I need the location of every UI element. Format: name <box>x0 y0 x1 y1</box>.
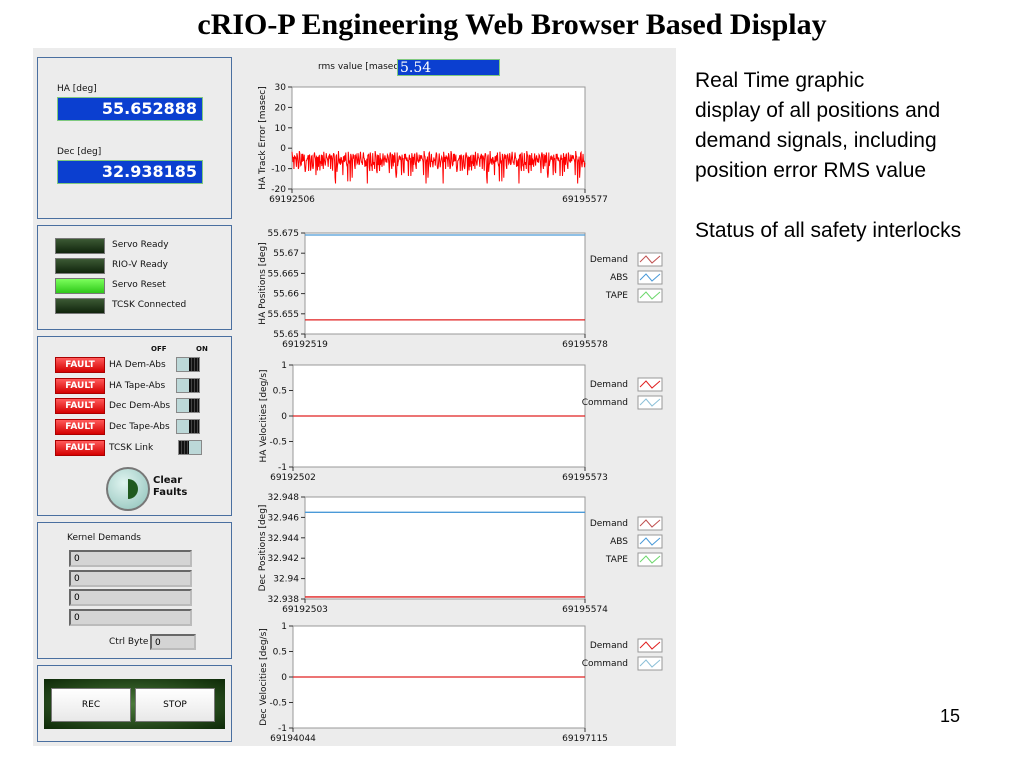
y-axis-label: HA Positions [deg] <box>258 242 268 324</box>
chart-3: 32.948 32.946 32.944 32.942 32.94 32.93869192… <box>258 493 663 615</box>
y-tick-label: 55.675 <box>268 229 300 239</box>
legend-label: Demand <box>590 380 628 390</box>
y-tick-label: 10 <box>275 124 287 134</box>
y-tick-label: 32.938 <box>268 595 300 605</box>
legend-swatch <box>637 252 663 267</box>
notes: Real Time graphic display of all position… <box>695 66 961 246</box>
legend-swatch <box>637 377 663 392</box>
x-tick-label: 69192503 <box>282 605 328 615</box>
y-axis-label: Dec Positions [deg] <box>258 505 268 592</box>
y-tick-label: -1 <box>278 463 287 473</box>
plot-area <box>304 232 586 335</box>
note-line <box>695 186 961 216</box>
chart-4: 1 0.5 0 -0.5 -169194044 69197115 Dec Velocitie… <box>259 622 663 744</box>
legend-label: ABS <box>610 537 628 547</box>
legend-swatch <box>637 395 663 410</box>
legend-swatch <box>637 270 663 285</box>
y-tick-label: 55.665 <box>268 269 300 279</box>
legend-swatch <box>637 516 663 531</box>
legend-label: Command <box>582 659 628 669</box>
y-tick-label: 32.946 <box>268 513 300 523</box>
chart-2: 1 0.5 0 -0.5 -169192502 69195573 HA Velocities… <box>259 361 663 483</box>
y-tick-label: 55.66 <box>273 290 299 300</box>
y-tick-label: 0 <box>281 412 287 422</box>
y-tick-label: 20 <box>275 103 287 113</box>
y-tick-label: 32.94 <box>273 575 299 585</box>
y-tick-label: 0.5 <box>273 387 287 397</box>
y-axis-label: HA Velocities [deg/s] <box>259 369 269 462</box>
y-axis-label: HA Track Error [masec] <box>258 86 268 189</box>
y-tick-label: 55.67 <box>273 249 299 259</box>
legend-label: Command <box>582 398 628 408</box>
y-tick-label: 30 <box>275 83 287 93</box>
y-tick-label: 55.655 <box>268 310 300 320</box>
x-tick-label: 69195578 <box>562 340 608 350</box>
x-tick-label: 69197115 <box>562 734 608 744</box>
y-tick-label: -0.5 <box>269 438 287 448</box>
x-tick-label: 69195573 <box>562 473 608 483</box>
legend-label: ABS <box>610 273 628 283</box>
chart-0: 30 20 10 0 -10 -2069192506 69195577 HA Track Er… <box>258 83 608 205</box>
legend-swatch <box>637 552 663 567</box>
y-tick-label: -0.5 <box>269 699 287 709</box>
note-line: Status of all safety interlocks <box>695 219 962 242</box>
legend-swatch <box>637 638 663 653</box>
y-tick-label: 1 <box>281 622 287 632</box>
y-tick-label: 32.942 <box>268 554 300 564</box>
chart-1: 55.675 55.67 55.665 55.66 55.655 55.656919251… <box>258 229 663 350</box>
legend-swatch <box>637 288 663 303</box>
y-tick-label: -20 <box>271 185 286 195</box>
y-tick-label: -1 <box>278 724 287 734</box>
legend-label: TAPE <box>605 555 628 565</box>
note-line: position error RMS value <box>695 159 927 182</box>
x-tick-label: 69195574 <box>562 605 608 615</box>
note-line: display of all positions and <box>695 99 941 122</box>
y-tick-label: 55.65 <box>273 330 299 340</box>
legend-label: Demand <box>590 641 628 651</box>
y-tick-label: 1 <box>281 361 287 371</box>
y-tick-label: 32.944 <box>268 534 300 544</box>
y-tick-label: -10 <box>271 165 286 175</box>
x-tick-label: 69192506 <box>269 195 315 205</box>
legend-swatch <box>637 534 663 549</box>
legend-swatch <box>637 656 663 671</box>
y-tick-label: 0 <box>281 673 287 683</box>
y-tick-label: 0 <box>280 144 286 154</box>
page-number: 15 <box>940 706 961 726</box>
note-line: demand signals, including <box>695 129 937 152</box>
y-tick-label: 0.5 <box>273 648 287 658</box>
legend-label: TAPE <box>605 291 628 301</box>
note-line: Real Time graphic <box>695 69 865 92</box>
x-tick-label: 69192502 <box>270 473 316 483</box>
x-tick-label: 69194044 <box>270 734 316 744</box>
y-tick-label: 32.948 <box>268 493 300 503</box>
x-tick-label: 69192519 <box>282 340 328 350</box>
x-tick-label: 69195577 <box>562 195 608 205</box>
legend-label: Demand <box>590 255 628 265</box>
legend-label: Demand <box>590 519 628 529</box>
y-axis-label: Dec Velocities [deg/s] <box>259 628 269 726</box>
